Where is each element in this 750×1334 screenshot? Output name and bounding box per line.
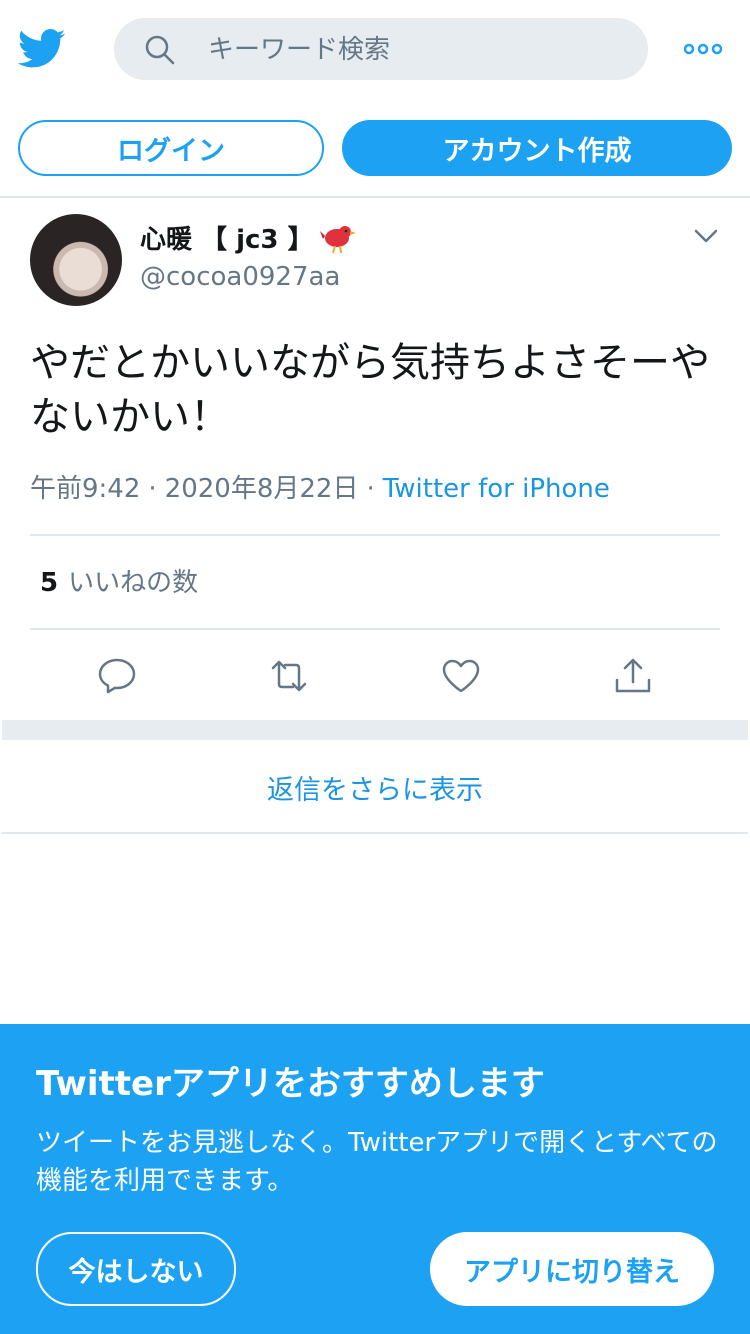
show-more-replies-link[interactable]: 返信をさらに表示: [2, 752, 748, 822]
avatar[interactable]: [30, 214, 122, 306]
header-divider: [0, 196, 750, 198]
not-now-button[interactable]: 今はしない: [36, 1232, 236, 1306]
likes-count-link[interactable]: 5 いいねの数: [40, 566, 198, 600]
search-icon: [145, 35, 175, 65]
meta-divider: [30, 534, 720, 536]
tweet-time[interactable]: 午前9:42: [30, 474, 140, 504]
section-band: [2, 720, 748, 740]
login-button[interactable]: ログイン: [18, 120, 324, 176]
reply-icon[interactable]: [97, 656, 137, 696]
tweet-text: やだとかいいながら気持ちよさそーやないかい！: [30, 340, 710, 440]
replies-divider: [2, 832, 748, 834]
tweet-source-link[interactable]: Twitter for iPhone: [383, 474, 610, 504]
tweet-meta: 午前9:42 · 2020年8月22日 · Twitter for iPhone: [30, 472, 610, 506]
promo-title: Twitterアプリをおすすめします: [36, 1064, 545, 1104]
display-name[interactable]: 心暖 【 jc3 】: [140, 222, 314, 258]
signup-button[interactable]: アカウント作成: [342, 120, 732, 176]
more-dots-icon[interactable]: [684, 42, 722, 56]
twitter-bird-icon[interactable]: [18, 28, 66, 70]
likes-divider: [30, 628, 720, 630]
bird-emoji: [320, 226, 356, 254]
likes-label: いいねの数: [68, 568, 199, 598]
share-icon[interactable]: [613, 656, 653, 696]
search-placeholder: キーワード検索: [208, 35, 391, 65]
tweet-date[interactable]: 2020年8月22日: [165, 474, 359, 504]
switch-to-app-button[interactable]: アプリに切り替え: [430, 1232, 714, 1306]
user-handle[interactable]: @cocoa0927aa: [140, 260, 340, 294]
meta-separator: ·: [148, 474, 157, 504]
likes-count: 5: [40, 568, 59, 598]
retweet-icon[interactable]: [269, 656, 309, 696]
meta-separator: ·: [366, 474, 375, 504]
chevron-down-icon[interactable]: [694, 228, 718, 244]
promo-text: ツイートをお見逃しなく。Twitterアプリで開くとすべての機能を利用できます。: [36, 1128, 718, 1196]
like-icon[interactable]: [441, 656, 481, 696]
